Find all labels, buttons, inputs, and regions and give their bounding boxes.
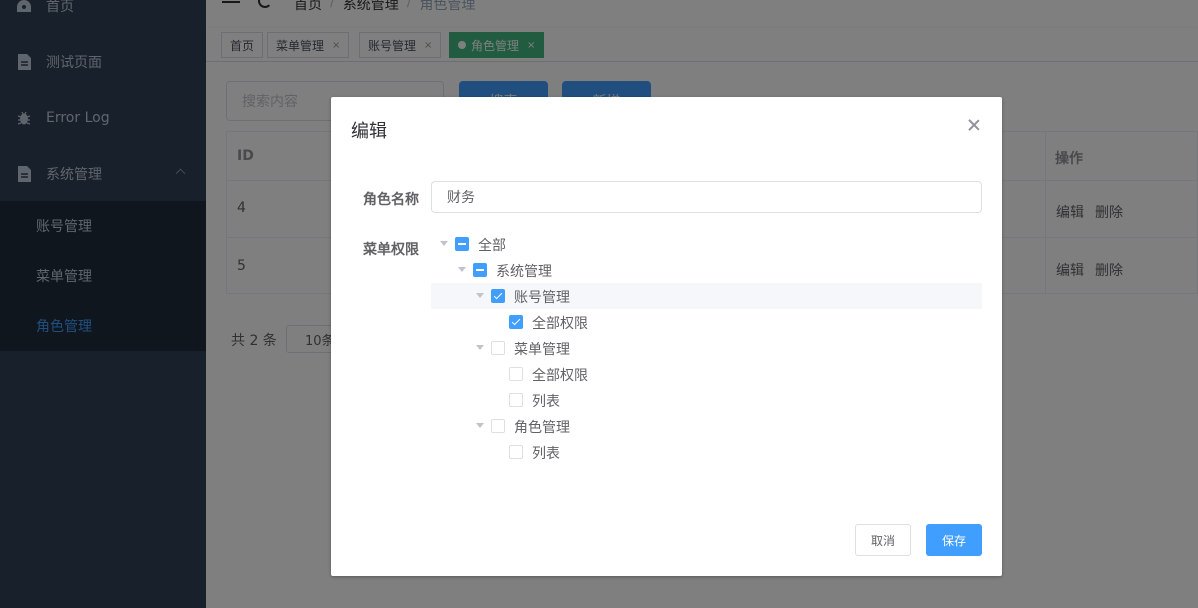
tree-node[interactable]: 系统管理: [431, 257, 982, 283]
tree-node[interactable]: 列表: [431, 439, 982, 465]
tree-node-label: 列表: [532, 446, 560, 462]
tree-checkbox[interactable]: [509, 367, 523, 381]
cancel-button-label: 取消: [870, 533, 895, 548]
tree-node-label: 角色管理: [514, 420, 570, 436]
dialog-title: 编辑: [351, 121, 387, 142]
tree-node-label: 菜单管理: [514, 342, 570, 358]
tree-node[interactable]: 全部权限: [431, 309, 982, 335]
role-name-label: 角色名称: [363, 192, 419, 208]
tree-node-label: 全部: [478, 238, 506, 254]
tree-checkbox[interactable]: [491, 419, 505, 433]
role-name-input[interactable]: 财务: [431, 181, 982, 213]
menu-permission-label: 菜单权限: [363, 242, 419, 258]
tree-checkbox[interactable]: [455, 237, 469, 251]
close-icon[interactable]: [966, 117, 982, 133]
caret-down-icon[interactable]: [476, 345, 484, 350]
tree-node-label: 全部权限: [532, 368, 588, 384]
tree-node[interactable]: 角色管理: [431, 413, 982, 439]
save-button-label: 保存: [941, 533, 966, 548]
tree-node[interactable]: 全部: [431, 231, 982, 257]
tree-node[interactable]: 账号管理: [431, 283, 982, 309]
tree-checkbox[interactable]: [509, 315, 523, 329]
tree-node[interactable]: 全部权限: [431, 361, 982, 387]
tree-node-label: 列表: [532, 394, 560, 410]
tree-checkbox[interactable]: [509, 445, 523, 459]
cancel-button[interactable]: 取消: [855, 524, 911, 556]
caret-down-icon[interactable]: [476, 423, 484, 428]
tree-checkbox[interactable]: [509, 393, 523, 407]
caret-down-icon[interactable]: [458, 267, 466, 272]
tree-node[interactable]: 菜单管理: [431, 335, 982, 361]
tree-node[interactable]: 列表: [431, 387, 982, 413]
caret-down-icon[interactable]: [476, 293, 484, 298]
tree-checkbox[interactable]: [491, 341, 505, 355]
tree-node-label: 全部权限: [532, 316, 588, 332]
tree-checkbox[interactable]: [473, 263, 487, 277]
edit-dialog: 编辑 角色名称 财务 菜单权限 全部 系统管理 账号管理 全部权限 菜单管理 全部权限 列表…: [331, 97, 1002, 576]
tree-checkbox[interactable]: [491, 289, 505, 303]
caret-down-icon[interactable]: [440, 241, 448, 246]
role-name-value: 财务: [447, 190, 475, 206]
tree-node-label: 系统管理: [496, 264, 552, 280]
save-button[interactable]: 保存: [926, 524, 982, 556]
tree-node-label: 账号管理: [514, 290, 570, 306]
